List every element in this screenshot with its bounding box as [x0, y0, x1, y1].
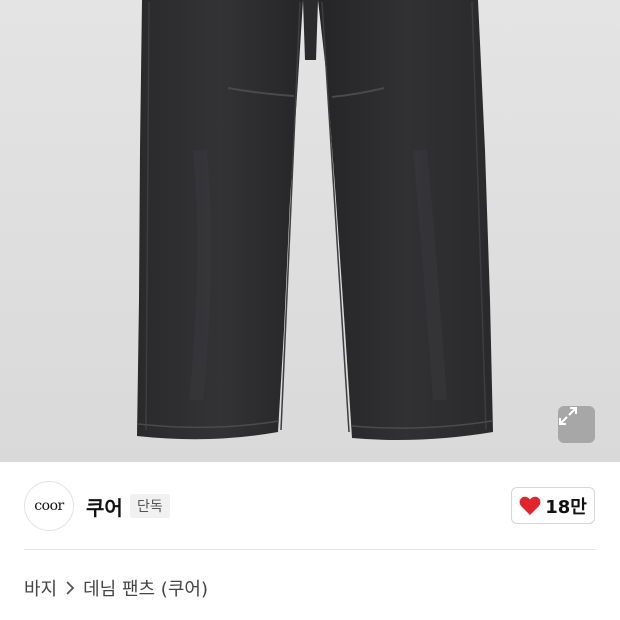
breadcrumb: 바지 데님 팬츠 (쿠어) — [24, 575, 208, 601]
breadcrumb-current[interactable]: 데님 팬츠 (쿠어) — [83, 575, 208, 601]
product-image[interactable] — [0, 0, 620, 462]
like-button[interactable]: 18만 — [511, 487, 595, 524]
divider — [24, 549, 596, 550]
pants-illustration — [137, 0, 493, 440]
expand-icon — [559, 407, 577, 425]
seller-logo[interactable]: coor — [24, 481, 74, 531]
expand-image-button[interactable] — [558, 406, 595, 443]
heart-icon — [519, 496, 541, 515]
chevron-right-icon — [65, 581, 75, 595]
like-count: 18만 — [545, 496, 587, 518]
exclusive-badge: 단독 — [130, 494, 170, 518]
seller-row: coor 쿠어 단독 18만 — [0, 462, 620, 550]
breadcrumb-category[interactable]: 바지 — [24, 575, 57, 601]
seller-name[interactable]: 쿠어 — [86, 492, 123, 521]
seller-logo-text: coor — [34, 498, 64, 514]
